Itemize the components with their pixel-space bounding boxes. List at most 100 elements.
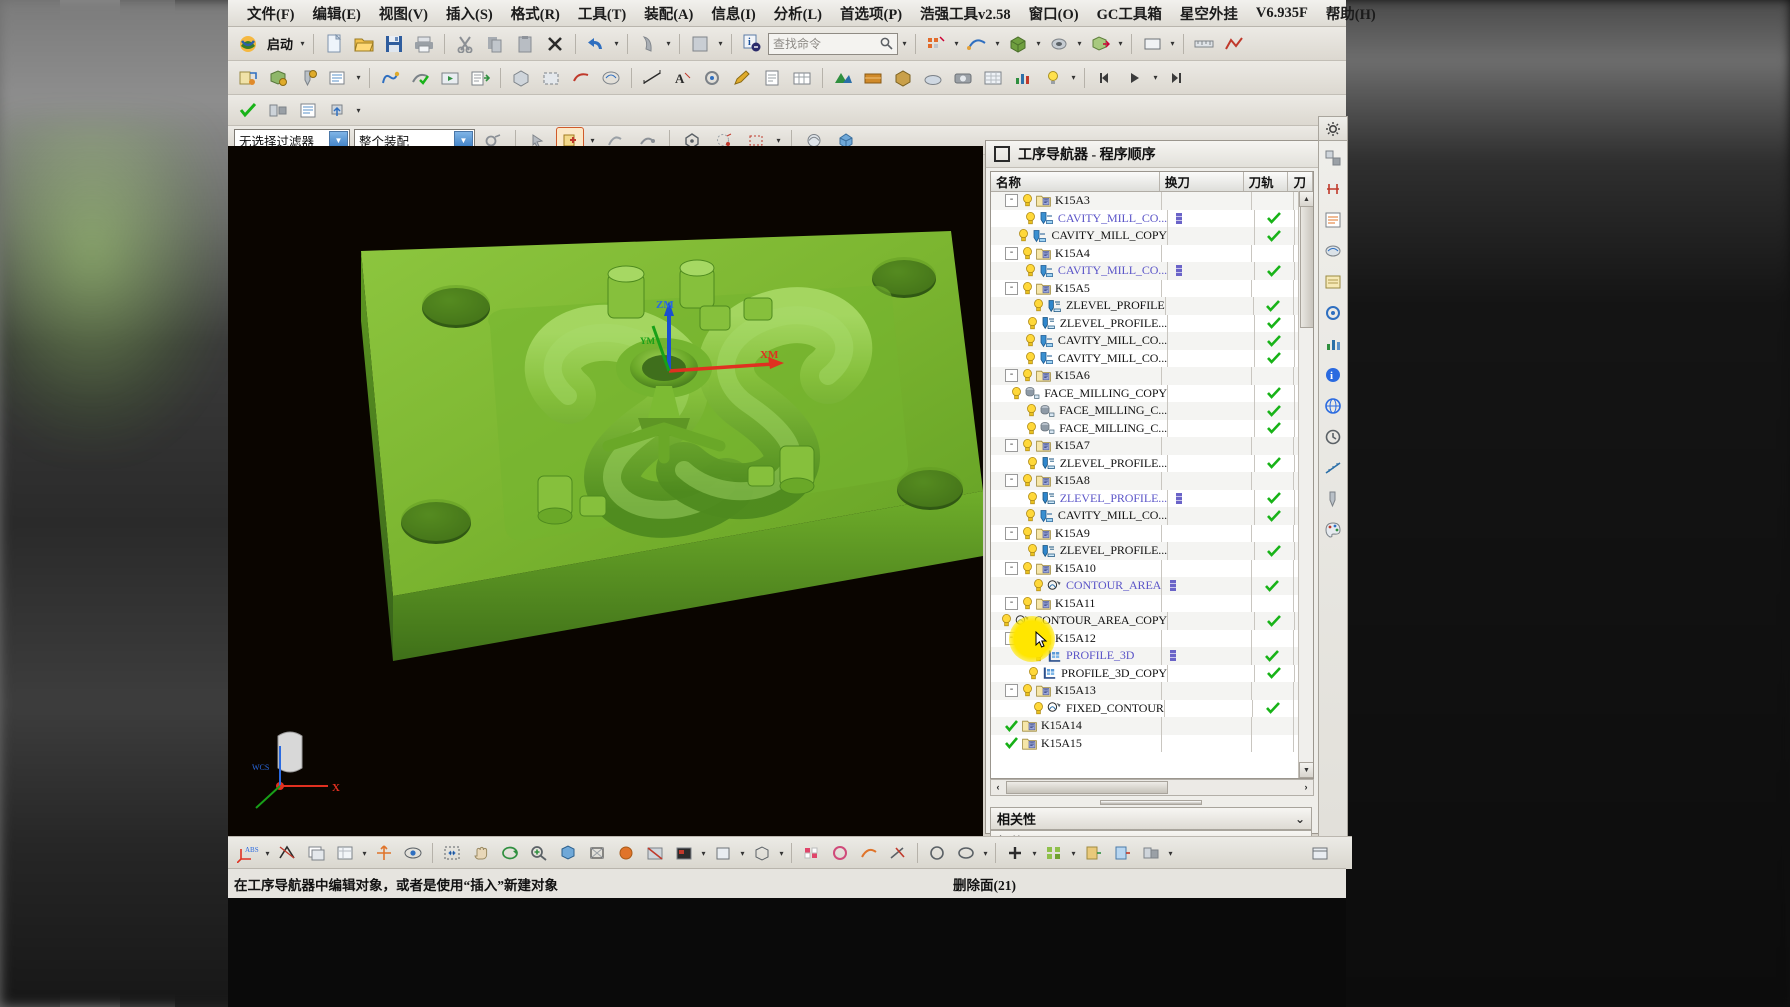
window-switch-icon[interactable] (1306, 840, 1334, 866)
table-row[interactable]: CAVITY_MILL_CO... (991, 507, 1313, 525)
resource-history-icon[interactable] (1320, 424, 1346, 450)
table-row[interactable]: FACE_MILLING_COPY (991, 384, 1313, 403)
cloud-icon[interactable] (919, 65, 947, 91)
create-geometry-icon[interactable] (264, 65, 292, 91)
menu-item-14[interactable]: V6.935F (1247, 2, 1317, 25)
tree-row-name-cell[interactable]: CAVITY_MILL_CO... (991, 350, 1167, 368)
find-command-input[interactable]: 查找命令 (768, 32, 899, 55)
step-forward-icon[interactable] (1162, 65, 1190, 91)
simulate-icon[interactable] (436, 65, 464, 91)
tree-expander-icon[interactable]: - (1005, 474, 1018, 488)
trim-icon[interactable] (884, 840, 912, 866)
tree-expander-icon[interactable]: - (1005, 246, 1018, 260)
ellipse-icon[interactable] (952, 840, 980, 866)
boundary-icon[interactable] (567, 65, 595, 91)
tree-row-name-cell[interactable]: FACE_MILLING_COPY (991, 385, 1167, 403)
tree-row-name-cell[interactable]: ZLEVEL_PROFILE... (991, 455, 1167, 473)
align-icon[interactable] (264, 97, 292, 123)
column-header-name[interactable]: 名称 (991, 172, 1160, 191)
table-row[interactable]: ZLEVEL_PROFILE... (991, 542, 1313, 560)
scroll-right-icon[interactable]: › (1299, 780, 1313, 793)
table-row[interactable]: FACE_MILLING_C... (991, 402, 1313, 420)
rotate-icon[interactable] (496, 840, 524, 866)
tree-expander-icon[interactable]: - (1005, 561, 1018, 575)
background-color-icon[interactable] (670, 840, 698, 866)
import-part-icon[interactable] (1108, 840, 1136, 866)
scroll-left-icon[interactable]: ‹ (991, 780, 1005, 793)
visibility-icon[interactable] (399, 840, 427, 866)
tree-rows[interactable]: - K15A3 CAVITY_MILL_CO... CAVITY_MILL_COPY -… (991, 192, 1313, 758)
resource-constraint-navigator-icon[interactable] (1320, 176, 1346, 202)
hole-icon[interactable] (1045, 31, 1073, 57)
table-row[interactable]: - K15A6 (991, 367, 1313, 385)
tree-row-name-cell[interactable]: FACE_MILLING_C... (991, 420, 1167, 438)
fit-view-icon[interactable] (438, 840, 466, 866)
export-dropdown-icon[interactable]: ▾ (354, 99, 363, 121)
tree-row-name-cell[interactable]: CAVITY_MILL_CO... (991, 507, 1167, 525)
snap-dropdown-icon[interactable]: ▾ (664, 33, 673, 55)
ellipse-dropdown-icon[interactable]: ▾ (981, 842, 990, 864)
wcs-dropdown-icon[interactable]: ▾ (263, 842, 272, 864)
table-row[interactable]: CAVITY_MILL_CO... (991, 349, 1313, 368)
hole-dropdown-icon[interactable]: ▾ (1075, 33, 1084, 55)
circle-tool-icon[interactable] (826, 840, 854, 866)
copy-icon[interactable] (481, 31, 509, 57)
delete-icon[interactable] (541, 31, 569, 57)
start-button-label[interactable]: 启动 (264, 34, 296, 53)
wcs-display-icon[interactable]: ABS (234, 840, 262, 866)
rect-dropdown-icon[interactable]: ▾ (1168, 33, 1177, 55)
tree-row-name-cell[interactable]: FIXED_CONTOUR (991, 700, 1164, 718)
menu-item-7[interactable]: 信息(I) (702, 0, 764, 27)
table-row[interactable]: CAVITY_MILL_CO... (991, 262, 1313, 280)
create-dropdown-icon[interactable]: ▾ (354, 67, 363, 89)
tree-expander-icon[interactable]: - (1005, 281, 1018, 295)
tree-row-name-cell[interactable]: - K15A11 (991, 595, 1161, 613)
scroll-up-icon[interactable]: ▲ (1299, 191, 1313, 207)
open-file-icon[interactable] (350, 31, 378, 57)
accordion-dependencies[interactable]: 相关性 ⌄ (990, 807, 1312, 830)
background-dropdown-icon[interactable]: ▾ (699, 842, 708, 864)
create-operation-icon[interactable] (234, 65, 262, 91)
menu-item-4[interactable]: 格式(R) (502, 0, 569, 27)
table-row[interactable]: FIXED_CONTOUR (991, 699, 1313, 718)
move-dropdown-icon[interactable]: ▾ (1116, 33, 1125, 55)
move-face-icon[interactable] (1086, 31, 1114, 57)
menu-item-10[interactable]: 浩强工具v2.58 (911, 0, 1020, 27)
table-row[interactable]: CAVITY_MILL_CO... (991, 209, 1313, 227)
table-row[interactable]: PROFILE_3D_COPY (991, 664, 1313, 682)
menu-item-13[interactable]: 星空外挂 (1171, 0, 1247, 27)
resource-web-icon[interactable] (1320, 393, 1346, 419)
table-row[interactable]: - K15A4 (991, 244, 1313, 263)
play-dropdown-icon[interactable]: ▾ (1151, 67, 1160, 89)
tree-row-name-cell[interactable]: CAVITY_MILL_CO... (991, 332, 1167, 350)
sketch-grid-icon[interactable] (922, 31, 950, 57)
resource-assembly-navigator-icon[interactable] (1320, 145, 1346, 171)
table-row[interactable]: K15A15 (991, 734, 1313, 752)
graphics-viewport[interactable]: ZM XM YM X WCS (228, 146, 983, 836)
grid-snap-icon[interactable] (797, 840, 825, 866)
shaded-edges-icon[interactable] (554, 840, 582, 866)
resource-machine-tool-icon[interactable] (1320, 300, 1346, 326)
menu-item-12[interactable]: GC工具箱 (1088, 0, 1171, 27)
table-row[interactable]: CAVITY_MILL_COPY (991, 227, 1313, 245)
menu-item-9[interactable]: 首选项(P) (831, 0, 911, 27)
tree-row-name-cell[interactable]: - K15A13 (991, 682, 1161, 700)
sketch-dropdown-icon[interactable]: ▾ (952, 33, 961, 55)
table-row[interactable]: - K15A10 (991, 559, 1313, 577)
tree-row-name-cell[interactable]: - K15A4 (991, 245, 1161, 263)
table-row[interactable]: - K15A7 (991, 437, 1313, 455)
tree-expander-icon[interactable]: - (1005, 526, 1018, 540)
play-icon[interactable] (1121, 65, 1149, 91)
tree-row-name-cell[interactable]: CAVITY_MILL_CO... (991, 262, 1167, 280)
blank-icon[interactable] (537, 65, 565, 91)
info-icon[interactable]: i (738, 31, 766, 57)
select-mode-icon[interactable] (923, 840, 951, 866)
table-row[interactable]: - K15A3 (991, 192, 1313, 210)
list-icon[interactable] (294, 97, 322, 123)
tree-expander-icon[interactable]: - (1005, 194, 1018, 208)
tree-row-name-cell[interactable]: - K15A6 (991, 367, 1161, 385)
sketch-curve-icon[interactable] (855, 840, 883, 866)
undo-icon[interactable] (582, 31, 610, 57)
operation-tree[interactable]: 名称 换刀 刀轨 刀 - K15A3 CAVITY_MILL_CO... CAVITY… (990, 171, 1314, 779)
pattern-dropdown-icon[interactable]: ▾ (1069, 842, 1078, 864)
